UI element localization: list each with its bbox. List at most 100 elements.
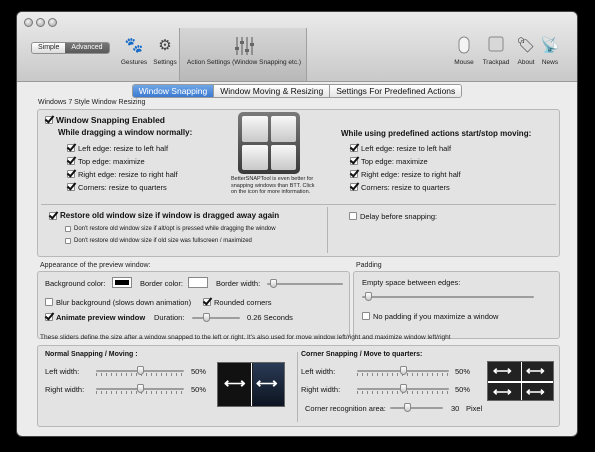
duration-slider[interactable] bbox=[192, 313, 240, 322]
divider bbox=[327, 207, 328, 253]
checkbox[interactable] bbox=[362, 312, 370, 321]
slider-knob[interactable] bbox=[365, 292, 372, 301]
border-color-swatch bbox=[191, 280, 205, 285]
predef-option-right[interactable]: Right edge: resize to right half bbox=[350, 169, 461, 179]
section-label-win7: Windows 7 Style Window Resizing bbox=[38, 99, 146, 106]
divider bbox=[41, 204, 556, 205]
left-right-arrow-icon: ⟷ bbox=[526, 384, 545, 399]
border-color-well[interactable] bbox=[188, 277, 208, 288]
bg-color-well[interactable] bbox=[112, 277, 132, 288]
toolbar-item-action-settings-content: Action Settings (Window Snapping etc.) bbox=[180, 36, 308, 66]
checkbox[interactable] bbox=[49, 211, 57, 220]
normal-left-width-slider[interactable] bbox=[96, 366, 184, 376]
tab-window-snapping[interactable]: Window Snapping bbox=[132, 85, 215, 97]
corner-snapping-preview-image: ⟷ ⟷ ⟷ ⟷ bbox=[487, 361, 554, 401]
checkbox[interactable] bbox=[45, 115, 53, 124]
predef-option-top[interactable]: Top edge: maximize bbox=[350, 156, 428, 166]
corner-right-width-slider[interactable] bbox=[357, 384, 449, 394]
delay-snapping-checkbox[interactable]: Delay before snapping: bbox=[349, 211, 437, 221]
animate-preview-checkbox[interactable]: Animate preview window bbox=[45, 312, 145, 322]
empty-space-slider[interactable] bbox=[362, 292, 534, 301]
checkbox[interactable] bbox=[67, 170, 75, 179]
left-right-arrow-icon: ⟷ bbox=[256, 375, 278, 392]
drag-option-top[interactable]: Top edge: maximize bbox=[67, 156, 145, 166]
minimize-window-button[interactable] bbox=[36, 18, 45, 27]
restore-size-checkbox[interactable]: Restore old window size if window is dra… bbox=[49, 211, 279, 220]
slider-knob[interactable] bbox=[400, 366, 407, 375]
drag-option-right[interactable]: Right edge: resize to right half bbox=[67, 169, 178, 179]
trackpad-icon-graphic bbox=[488, 36, 504, 52]
toolbar-item-trackpad[interactable]: Trackpad bbox=[478, 36, 514, 66]
checkbox[interactable] bbox=[350, 170, 358, 179]
toolbar-item-settings[interactable]: ⚙ Settings bbox=[151, 36, 179, 66]
toolbar: Simple Advanced 🐾 Gestures ⚙ Settings Ac… bbox=[17, 12, 577, 82]
checkbox-label: Top edge: maximize bbox=[361, 156, 428, 166]
checkbox[interactable] bbox=[350, 144, 358, 153]
checkbox-label: Right edge: resize to right half bbox=[78, 169, 178, 179]
toolbar-item-mouse[interactable]: Mouse bbox=[450, 36, 478, 66]
border-width-slider[interactable] bbox=[267, 279, 343, 288]
drag-option-left[interactable]: Left edge: resize to left half bbox=[67, 143, 168, 153]
zoom-window-button[interactable] bbox=[48, 18, 57, 27]
checkbox-label: Animate preview window bbox=[56, 312, 146, 322]
restore-sub-alt[interactable]: Don't restore old window size if alt/opt… bbox=[65, 226, 276, 233]
toolbar-item-news[interactable]: 📡 News bbox=[538, 36, 562, 66]
bg-color-swatch bbox=[115, 280, 129, 285]
checkbox[interactable] bbox=[350, 157, 358, 166]
checkbox[interactable] bbox=[203, 298, 211, 307]
checkbox[interactable] bbox=[45, 298, 53, 307]
mode-switch[interactable]: Simple Advanced bbox=[31, 42, 110, 54]
toolbar-item-label: News bbox=[541, 59, 559, 66]
bettersnaptool-icon[interactable] bbox=[238, 112, 300, 174]
sliders-icon-graphic bbox=[235, 37, 254, 55]
corner-left-width-slider[interactable] bbox=[357, 366, 449, 376]
toolbar-item-about[interactable]: 🏷 About bbox=[514, 36, 538, 66]
slider-knob[interactable] bbox=[137, 384, 144, 393]
toolbar-item-label: Gestures bbox=[120, 59, 148, 66]
no-padding-checkbox[interactable]: No padding if you maximize a window bbox=[362, 311, 498, 321]
snapping-enabled-checkbox[interactable]: Window Snapping Enabled bbox=[45, 114, 165, 125]
drag-option-corners[interactable]: Corners: resize to quarters bbox=[67, 182, 167, 192]
checkbox[interactable] bbox=[67, 183, 75, 192]
corner-area-slider[interactable] bbox=[390, 403, 443, 412]
predef-option-corners[interactable]: Corners: resize to quarters bbox=[350, 182, 450, 192]
rounded-corners-checkbox[interactable]: Rounded corners bbox=[203, 297, 272, 307]
slider-knob[interactable] bbox=[400, 384, 407, 393]
slider-knob[interactable] bbox=[270, 279, 277, 288]
slider-knob[interactable] bbox=[137, 366, 144, 375]
tab-window-moving-resizing[interactable]: Window Moving & Resizing bbox=[214, 85, 331, 97]
toolbar-item-label: About bbox=[517, 59, 535, 66]
duration-label: Duration: bbox=[154, 313, 185, 322]
slider-knob[interactable] bbox=[203, 313, 210, 322]
trackpad-icon bbox=[478, 36, 514, 56]
checkbox[interactable] bbox=[45, 313, 53, 322]
checkbox[interactable] bbox=[350, 183, 358, 192]
restore-sub-fullscreen[interactable]: Don't restore old window size if old siz… bbox=[65, 238, 252, 245]
checkbox[interactable] bbox=[67, 157, 75, 166]
section-label-preview: Appearance of the preview window: bbox=[40, 262, 151, 269]
checkbox[interactable] bbox=[67, 144, 75, 153]
checkbox-label: Corners: resize to quarters bbox=[361, 182, 450, 192]
left-right-arrow-icon: ⟷ bbox=[493, 363, 512, 378]
toolbar-item-gestures[interactable]: 🐾 Gestures bbox=[117, 36, 151, 66]
checkbox[interactable] bbox=[349, 212, 357, 221]
predef-option-left[interactable]: Left edge: resize to left half bbox=[350, 143, 451, 153]
simple-mode-button[interactable]: Simple bbox=[32, 43, 66, 53]
slider-knob[interactable] bbox=[404, 403, 411, 412]
left-right-arrow-icon: ⟷ bbox=[526, 363, 545, 378]
checkbox[interactable] bbox=[65, 226, 71, 232]
corner-snapping-heading: Corner Snapping / Move to quarters: bbox=[301, 351, 423, 358]
normal-right-width-slider[interactable] bbox=[96, 384, 184, 394]
left-right-arrow-icon: ⟷ bbox=[493, 384, 512, 399]
checkbox-label: Left edge: resize to left half bbox=[78, 143, 169, 153]
corner-area-label: Corner recognition area: bbox=[305, 404, 386, 413]
tab-predefined-actions[interactable]: Settings For Predefined Actions bbox=[330, 85, 462, 97]
predef-heading: While using predefined actions start/sto… bbox=[341, 129, 532, 138]
checkbox[interactable] bbox=[65, 238, 71, 244]
close-window-button[interactable] bbox=[24, 18, 33, 27]
advanced-mode-button[interactable]: Advanced bbox=[65, 43, 109, 53]
blur-background-checkbox[interactable]: Blur background (slows down animation) bbox=[45, 297, 191, 307]
toolbar-item-action-settings[interactable]: Action Settings (Window Snapping etc.) bbox=[179, 28, 307, 81]
tag-icon: 🏷 bbox=[516, 37, 536, 54]
checkbox-label: Don't restore old window size if old siz… bbox=[74, 238, 252, 244]
